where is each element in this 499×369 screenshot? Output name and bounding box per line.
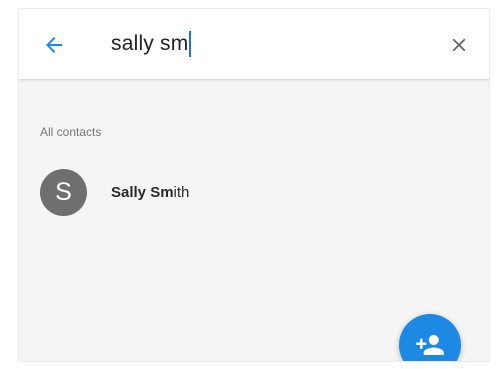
contact-list-item[interactable]: S Sally Smith — [19, 165, 489, 221]
search-bar: sally sm — [19, 9, 489, 80]
add-person-icon — [416, 335, 444, 355]
avatar: S — [40, 169, 87, 216]
search-query-text: sally sm — [111, 32, 189, 55]
section-header-all-contacts: All contacts — [40, 125, 102, 139]
contact-name-match: Sally Sm — [111, 184, 174, 201]
close-icon — [452, 38, 466, 52]
text-cursor — [189, 31, 192, 57]
search-input[interactable]: sally sm — [111, 25, 192, 63]
contact-name-rest: ith — [173, 184, 190, 201]
add-contact-fab[interactable] — [399, 314, 461, 361]
contact-name: Sally Smith — [111, 184, 189, 201]
clear-search-button[interactable] — [443, 29, 475, 61]
contact-search-screen: sally sm All contacts S Sally Smith — [18, 8, 490, 362]
back-button[interactable] — [38, 29, 70, 61]
arrow-back-icon — [46, 37, 62, 53]
